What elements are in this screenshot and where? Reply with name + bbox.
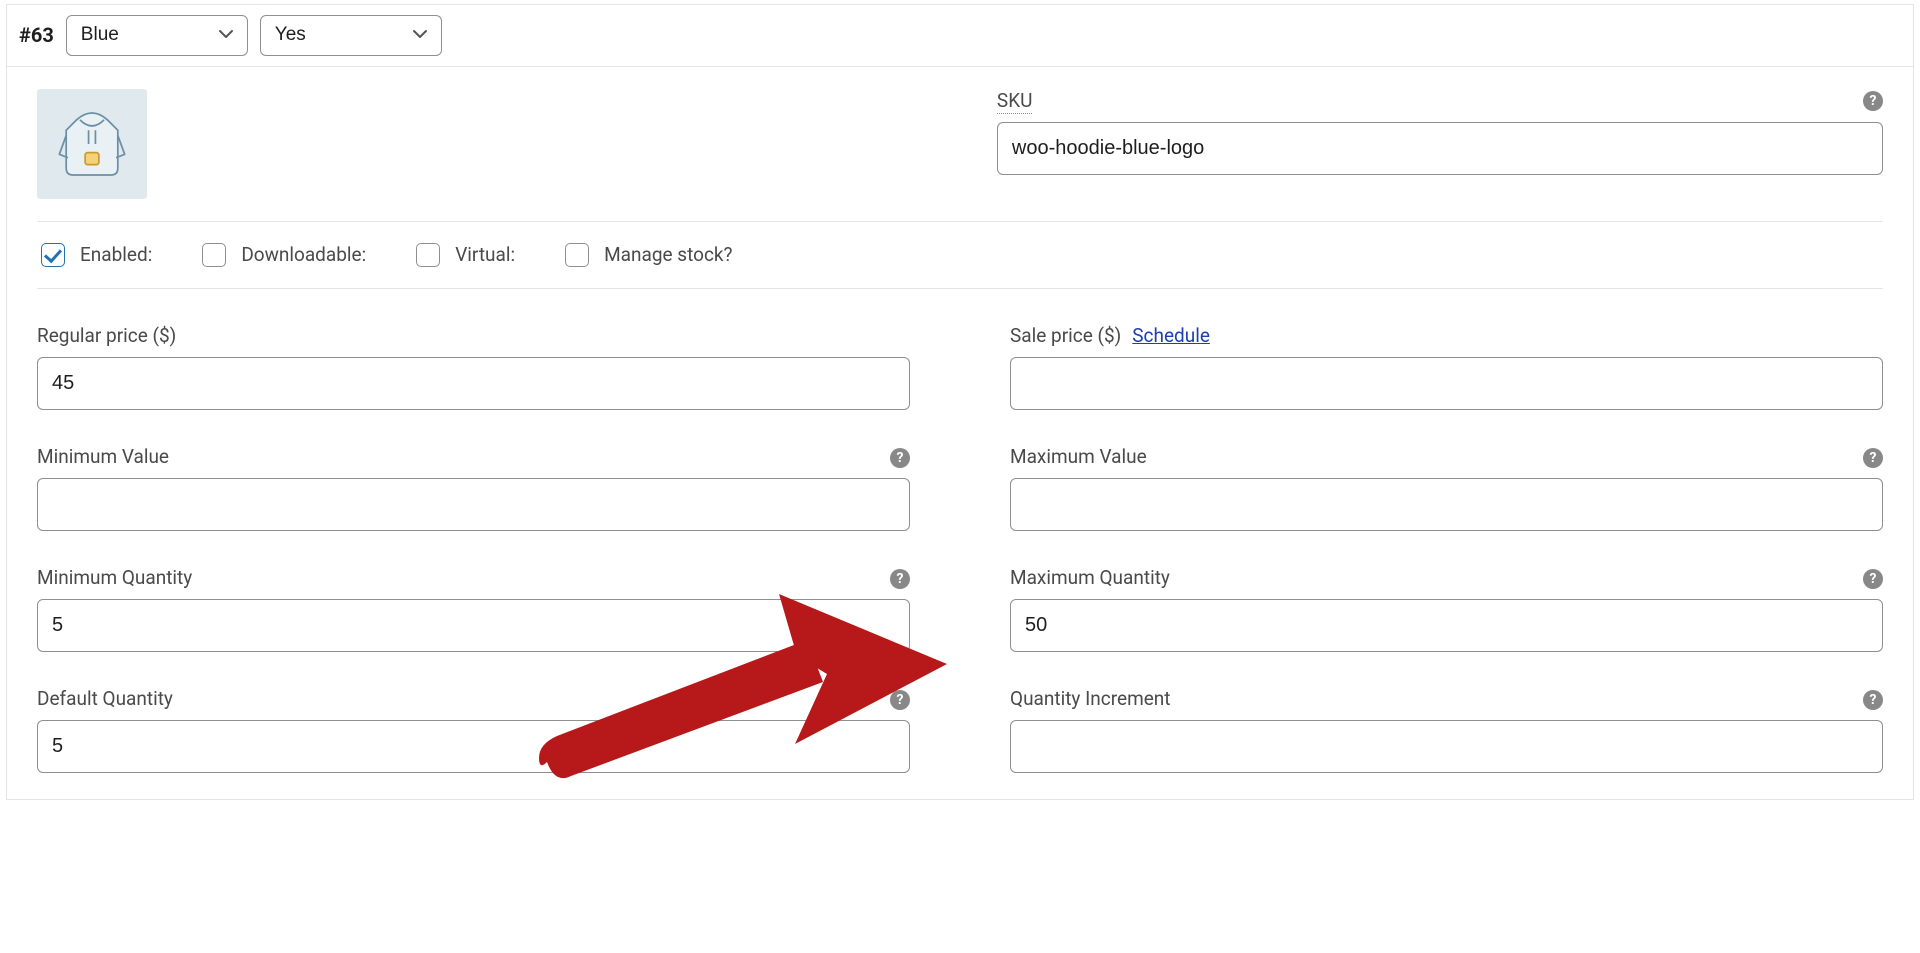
min-qty-input[interactable] — [37, 599, 910, 652]
attr-select-2[interactable]: Yes — [260, 15, 442, 56]
schedule-link[interactable]: Schedule — [1132, 324, 1210, 347]
regular-price-input[interactable] — [37, 357, 910, 410]
downloadable-label: Downloadable: — [241, 243, 366, 266]
help-icon[interactable]: ? — [890, 690, 910, 710]
qty-increment-input[interactable] — [1010, 720, 1883, 773]
downloadable-checkbox[interactable] — [202, 243, 226, 267]
default-qty-input[interactable] — [37, 720, 910, 773]
default-qty-label: Default Quantity — [37, 687, 173, 710]
manage-stock-check[interactable]: Manage stock? — [561, 240, 732, 270]
min-value-label: Minimum Value — [37, 445, 169, 468]
max-qty-input[interactable] — [1010, 599, 1883, 652]
variation-body: SKU ? Enabled: Downloadable: Virtual: — [7, 67, 1913, 799]
hoodie-icon — [49, 101, 135, 187]
sku-input[interactable] — [997, 122, 1883, 175]
help-icon[interactable]: ? — [890, 448, 910, 468]
attr-select-1[interactable]: Blue — [66, 15, 248, 56]
virtual-check[interactable]: Virtual: — [412, 240, 515, 270]
variation-id: #63 — [19, 23, 54, 47]
sale-price-label-wrap: Sale price ($) Schedule — [1010, 323, 1210, 347]
help-icon[interactable]: ? — [890, 569, 910, 589]
manage-stock-label: Manage stock? — [604, 243, 732, 266]
sku-block: SKU ? — [997, 89, 1883, 175]
variation-header: #63 Blue Yes — [7, 5, 1913, 67]
manage-stock-checkbox[interactable] — [565, 243, 589, 267]
sale-price-field: Sale price ($) Schedule — [1010, 323, 1883, 410]
enabled-label: Enabled: — [80, 243, 152, 266]
enabled-check[interactable]: Enabled: — [37, 240, 152, 270]
help-icon[interactable]: ? — [1863, 448, 1883, 468]
help-icon[interactable]: ? — [1863, 91, 1883, 111]
max-value-field: Maximum Value ? — [1010, 444, 1883, 531]
min-qty-label: Minimum Quantity — [37, 566, 192, 589]
virtual-label: Virtual: — [455, 243, 515, 266]
sale-price-label: Sale price ($) — [1010, 324, 1121, 347]
min-value-input[interactable] — [37, 478, 910, 531]
help-icon[interactable]: ? — [1863, 569, 1883, 589]
sku-label: SKU — [997, 89, 1033, 114]
sale-price-input[interactable] — [1010, 357, 1883, 410]
min-value-field: Minimum Value ? — [37, 444, 910, 531]
top-row: SKU ? — [37, 89, 1883, 222]
fields-grid: Regular price ($) Sale price ($) Schedul… — [37, 289, 1883, 773]
qty-increment-label: Quantity Increment — [1010, 687, 1171, 710]
downloadable-check[interactable]: Downloadable: — [198, 240, 366, 270]
max-value-label: Maximum Value — [1010, 445, 1147, 468]
max-qty-label: Maximum Quantity — [1010, 566, 1170, 589]
attr-select-wrap-2: Yes — [260, 15, 442, 56]
qty-increment-field: Quantity Increment ? — [1010, 686, 1883, 773]
virtual-checkbox[interactable] — [416, 243, 440, 267]
min-qty-field: Minimum Quantity ? — [37, 565, 910, 652]
default-qty-field: Default Quantity ? — [37, 686, 910, 773]
enabled-checkbox[interactable] — [41, 243, 65, 267]
regular-price-label: Regular price ($) — [37, 324, 176, 347]
max-qty-field: Maximum Quantity ? — [1010, 565, 1883, 652]
variation-panel: #63 Blue Yes — [6, 4, 1914, 800]
max-value-input[interactable] — [1010, 478, 1883, 531]
help-icon[interactable]: ? — [1863, 690, 1883, 710]
checkbox-row: Enabled: Downloadable: Virtual: Manage s… — [37, 222, 1883, 289]
variation-image-thumb[interactable] — [37, 89, 147, 199]
attr-select-wrap-1: Blue — [66, 15, 248, 56]
regular-price-field: Regular price ($) — [37, 323, 910, 410]
